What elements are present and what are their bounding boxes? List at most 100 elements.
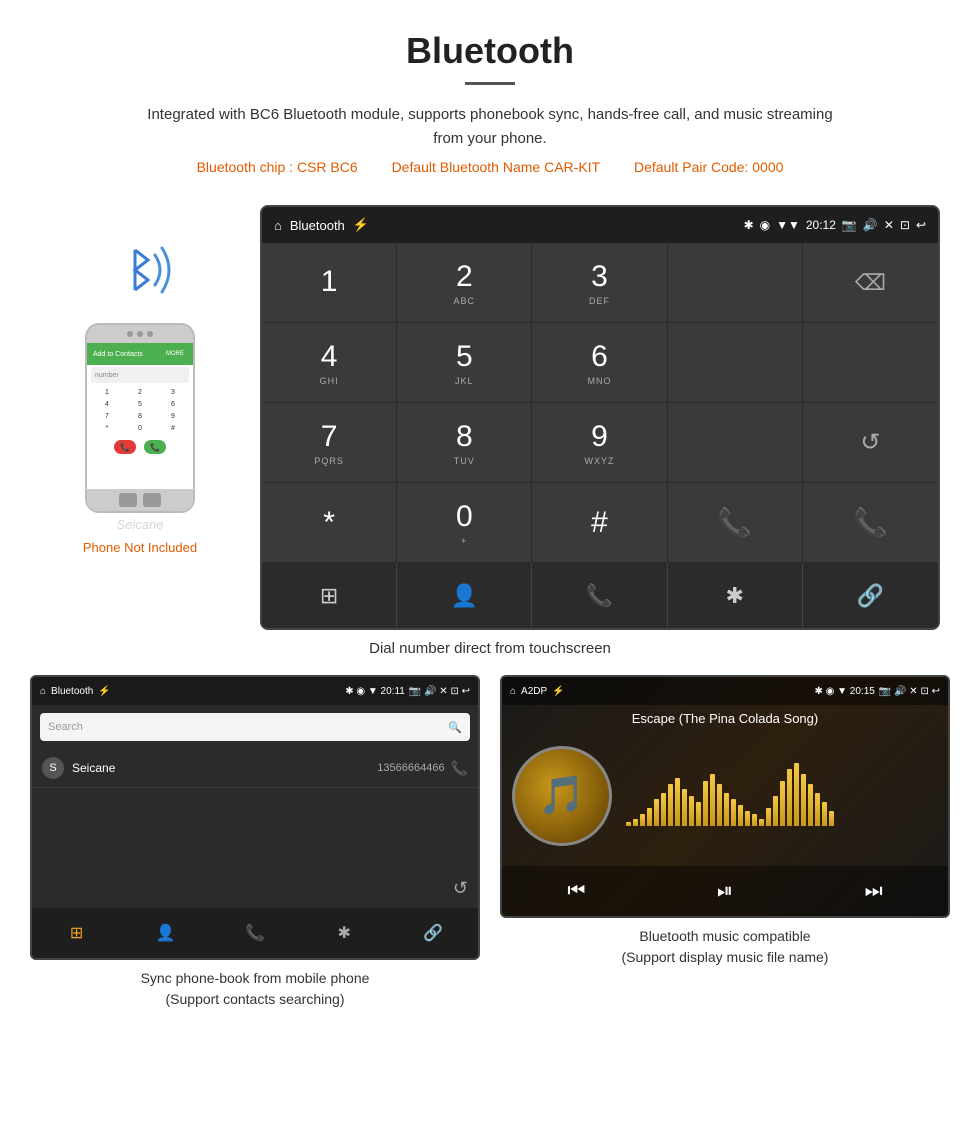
viz-bar (640, 814, 645, 826)
viz-bar (745, 811, 750, 826)
home-icon[interactable]: ⌂ (274, 218, 282, 233)
viz-bar (703, 781, 708, 826)
title-divider (465, 82, 515, 85)
music-content: 🎵 (502, 726, 948, 866)
toolbar-bluetooth[interactable]: ✱ (668, 563, 803, 628)
dial-key-0[interactable]: 0+ (397, 483, 532, 563)
dial-key-9[interactable]: 9WXYZ (532, 403, 667, 483)
pb-home-icon[interactable]: ⌂ (40, 686, 46, 697)
dial-key-7[interactable]: 7PQRS (262, 403, 397, 483)
dial-call-button[interactable]: 📞 (668, 483, 803, 563)
toolbar-keypad[interactable]: ⊞ (262, 563, 397, 628)
bt-icon: ✱ (744, 218, 754, 232)
pb-toolbar-keypad[interactable]: ⊞ (32, 908, 121, 958)
close-icon[interactable]: ✕ (884, 218, 894, 232)
dial-row-1: 1 2ABC 3DEF ⌫ (262, 243, 938, 323)
dial-key-4[interactable]: 4GHI (262, 323, 397, 403)
dial-end-call-button[interactable]: 📞 (803, 483, 938, 563)
viz-bar (822, 802, 827, 826)
dial-key-5[interactable]: 5JKL (397, 323, 532, 403)
time-display: 20:12 (806, 218, 836, 232)
viz-bar (752, 814, 757, 826)
viz-bar (661, 793, 666, 826)
viz-bar (710, 774, 715, 827)
song-title: Escape (The Pina Colada Song) (502, 705, 948, 726)
dial-refresh[interactable]: ↺ (803, 403, 938, 483)
window-icon[interactable]: ⊡ (900, 218, 910, 232)
dial-key-2[interactable]: 2ABC (397, 243, 532, 323)
pb-toolbar-phone[interactable]: 📞 (210, 908, 299, 958)
contact-phone-icon[interactable]: 📞 (451, 760, 468, 777)
signal-icon: ▼▼ (776, 218, 800, 232)
music-note-icon: 🎵 (538, 774, 585, 818)
dial-empty-2 (668, 323, 803, 403)
dial-key-6[interactable]: 6MNO (532, 323, 667, 403)
play-pause-button[interactable]: ⏯ (651, 880, 800, 903)
sync-icon[interactable]: ↺ (453, 878, 468, 899)
music-screen: ⌂ A2DP ⚡ ✱ ◉ ▼ 20:15 📷 🔊 ✕ ⊡ ↩ Escape (T… (500, 675, 950, 918)
toolbar-link[interactable]: 🔗 (803, 563, 938, 628)
music-title: A2DP (521, 686, 547, 697)
back-icon[interactable]: ↩ (916, 218, 926, 232)
viz-bar (731, 799, 736, 826)
dial-backspace[interactable]: ⌫ (803, 243, 938, 323)
pb-sync-area: ↺ (32, 868, 478, 908)
contact-avatar: S (42, 757, 64, 779)
dial-key-3[interactable]: 3DEF (532, 243, 667, 323)
viz-bar (626, 822, 631, 827)
pb-toolbar-link[interactable]: 🔗 (389, 908, 478, 958)
viz-bar (724, 793, 729, 826)
viz-bar (801, 774, 806, 827)
music-card: ⌂ A2DP ⚡ ✱ ◉ ▼ 20:15 📷 🔊 ✕ ⊡ ↩ Escape (T… (500, 675, 950, 1010)
music-home-icon[interactable]: ⌂ (510, 686, 516, 697)
music-info (626, 766, 938, 826)
dial-key-star[interactable]: * (262, 483, 397, 563)
dial-key-8[interactable]: 8TUV (397, 403, 532, 483)
viz-bar (738, 805, 743, 826)
phone-device: Add to ContactsMORE number 123 456 789 *… (85, 323, 195, 513)
next-button[interactable]: ⏭ (799, 880, 948, 903)
pb-toolbar: ⊞ 👤 📞 ✱ 🔗 (32, 908, 478, 958)
pb-toolbar-bluetooth[interactable]: ✱ (300, 908, 389, 958)
pb-search-area: Search 🔍 (32, 705, 478, 749)
dial-row-3: 7PQRS 8TUV 9WXYZ ↺ (262, 403, 938, 483)
contact-name: Seicane (72, 761, 377, 775)
camera-icon: 📷 (842, 218, 857, 232)
watermark: Seicane (117, 517, 164, 532)
viz-bar (654, 799, 659, 826)
toolbar-phone[interactable]: 📞 (532, 563, 667, 628)
specs-line: Bluetooth chip : CSR BC6 Default Bluetoo… (20, 159, 960, 175)
dial-empty-1 (668, 243, 803, 323)
phone-green-bar: Add to ContactsMORE (87, 343, 193, 365)
page-title: Bluetooth (20, 30, 960, 72)
viz-bar (794, 763, 799, 826)
pb-title: Bluetooth (51, 686, 93, 697)
phonebook-card: ⌂ Bluetooth ⚡ ✱ ◉ ▼ 20:11 📷 🔊 ✕ ⊡ ↩ Sear… (30, 675, 480, 1010)
viz-bar (689, 796, 694, 826)
search-icon[interactable]: 🔍 (448, 721, 462, 734)
music-usb: ⚡ (552, 686, 564, 697)
pb-toolbar-contacts[interactable]: 👤 (121, 908, 210, 958)
main-section: Add to ContactsMORE number 123 456 789 *… (0, 195, 980, 630)
viz-bar (808, 784, 813, 826)
music-caption: Bluetooth music compatible (Support disp… (500, 918, 950, 968)
album-art: 🎵 (512, 746, 612, 846)
dial-key-1[interactable]: 1 (262, 243, 397, 323)
usb-icon: ⚡ (353, 217, 369, 233)
status-right: ✱ ◉ ▼▼ 20:12 📷 🔊 ✕ ⊡ ↩ (744, 218, 926, 232)
description: Integrated with BC6 Bluetooth module, su… (140, 103, 840, 151)
dial-empty-3 (803, 323, 938, 403)
search-box[interactable]: Search 🔍 (40, 713, 470, 741)
contact-row[interactable]: S Seicane 13566664466 📞 (32, 749, 478, 788)
spec-chip: Bluetooth chip : CSR BC6 (197, 159, 358, 175)
phone-bottom (87, 489, 193, 511)
location-icon: ◉ (760, 218, 770, 232)
search-placeholder: Search (48, 721, 83, 733)
prev-button[interactable]: ⏮ (502, 880, 651, 903)
music-controls: ⏮ ⏯ ⏭ (502, 866, 948, 916)
phone-aside: Add to ContactsMORE number 123 456 789 *… (40, 205, 240, 555)
viz-bar (780, 781, 785, 826)
viz-bar (717, 784, 722, 826)
dial-key-hash[interactable]: # (532, 483, 667, 563)
toolbar-contacts[interactable]: 👤 (397, 563, 532, 628)
